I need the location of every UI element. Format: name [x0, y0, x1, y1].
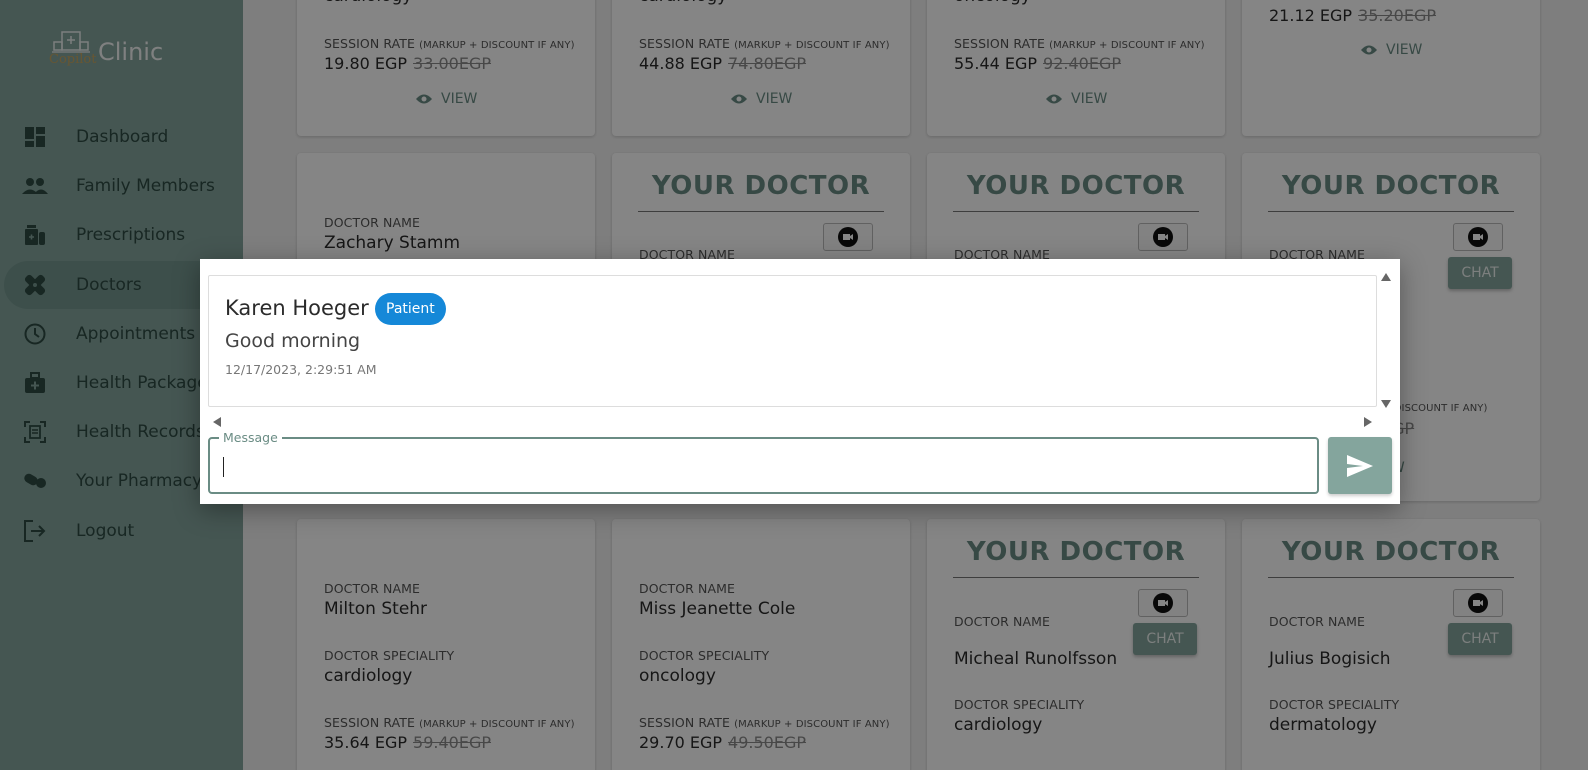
- scroll-right-arrow[interactable]: [1364, 417, 1372, 427]
- chat-messages-list[interactable]: Karen Hoeger Patient Good morning 12/17/…: [208, 275, 1377, 407]
- chat-dialog: Karen Hoeger Patient Good morning 12/17/…: [200, 259, 1400, 504]
- role-badge: Patient: [375, 293, 446, 325]
- message-timestamp: 12/17/2023, 2:29:51 AM: [225, 362, 377, 377]
- text-caret: [223, 457, 224, 477]
- message-text: Good morning: [225, 330, 361, 352]
- message-input[interactable]: Message: [208, 430, 1319, 494]
- message-input-label: Message: [219, 430, 282, 445]
- scroll-up-arrow[interactable]: [1381, 273, 1391, 281]
- message-sender: Karen Hoeger: [225, 296, 369, 320]
- scroll-down-arrow[interactable]: [1381, 400, 1391, 408]
- send-button[interactable]: [1328, 437, 1392, 494]
- send-icon: [1347, 454, 1373, 477]
- scroll-left-arrow[interactable]: [213, 417, 221, 427]
